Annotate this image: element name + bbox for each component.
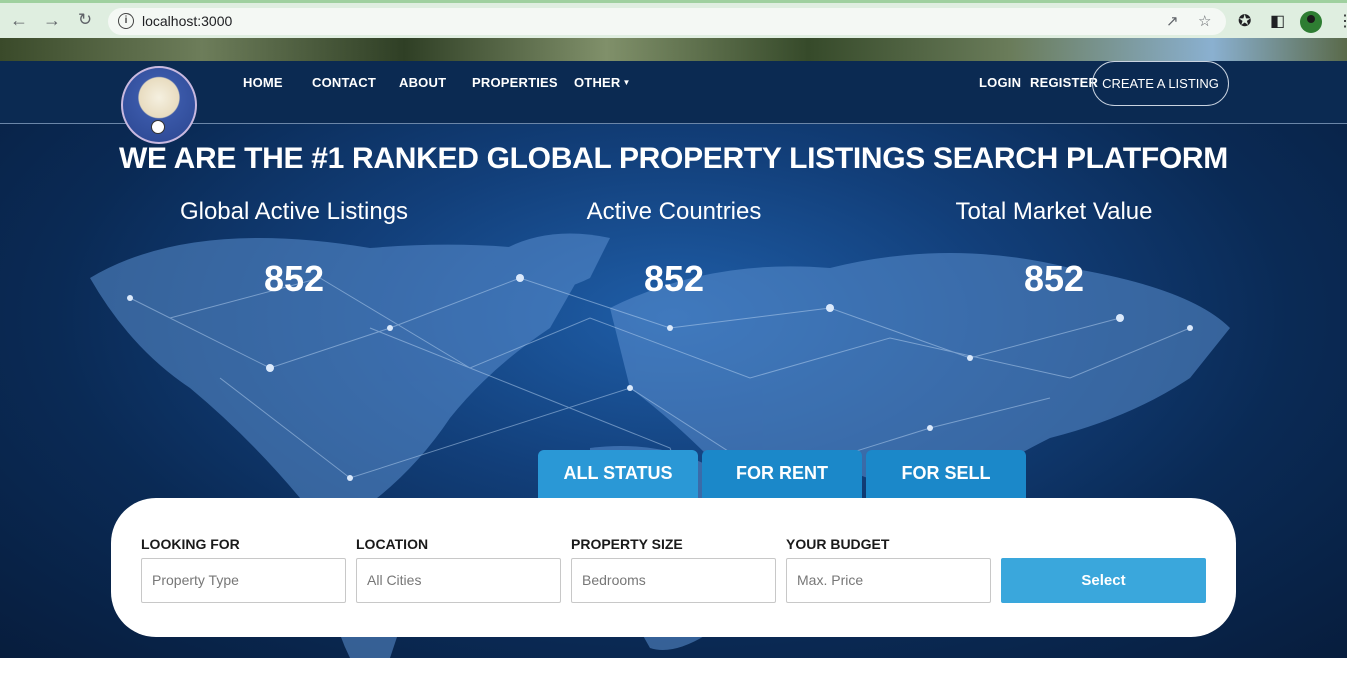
back-arrow-icon[interactable]: ← — [8, 9, 30, 31]
stat-label-listings: Global Active Listings — [179, 198, 409, 225]
stat-value-countries: 852 — [643, 258, 705, 299]
page: HOME CONTACT ABOUT PROPERTIES OTHER ▼ LOG… — [0, 38, 1347, 658]
share-icon[interactable]: ↗ — [1166, 12, 1179, 30]
stat-label-market-value: Total Market Value — [955, 198, 1153, 225]
nav-other-dropdown[interactable]: OTHER ▼ — [574, 75, 631, 90]
hero-title: WE ARE THE #1 RANKED GLOBAL PROPERTY LIS… — [118, 142, 1228, 175]
select-button[interactable]: Select — [1001, 558, 1206, 603]
main-navbar: HOME CONTACT ABOUT PROPERTIES OTHER ▼ LOG… — [0, 61, 1347, 144]
url-text: localhost:3000 — [142, 13, 233, 29]
nav-about[interactable]: ABOUT — [399, 75, 446, 90]
nav-register[interactable]: REGISTER — [1030, 75, 1098, 90]
bedrooms-input[interactable]: Bedrooms — [571, 558, 776, 603]
side-panel-icon[interactable]: ◧ — [1270, 11, 1285, 31]
stat-label-countries: Active Countries — [586, 198, 762, 225]
nav-contact[interactable]: CONTACT — [312, 75, 376, 90]
create-listing-button[interactable]: CREATE A LISTING — [1092, 61, 1229, 106]
tab-for-rent[interactable]: FOR RENT — [702, 450, 862, 498]
reload-icon[interactable]: ↻ — [74, 9, 96, 31]
caret-down-icon: ▼ — [622, 78, 631, 87]
forward-arrow-icon[interactable]: → — [41, 9, 63, 31]
profile-avatar[interactable] — [1300, 11, 1322, 33]
budget-label: YOUR BUDGET — [786, 536, 890, 552]
location-label: LOCATION — [356, 536, 429, 552]
nav-home[interactable]: HOME — [243, 75, 283, 90]
tab-all-status[interactable]: ALL STATUS — [538, 450, 698, 498]
nav-login[interactable]: LOGIN — [979, 75, 1021, 90]
nav-other-label: OTHER — [574, 75, 621, 90]
browser-toolbar: ← → ↻ i localhost:3000 ↗ ☆ ✪ ◧ ⋮ — [0, 0, 1347, 38]
star-icon[interactable]: ☆ — [1198, 12, 1211, 30]
tab-for-sell[interactable]: FOR SELL — [866, 450, 1026, 498]
nav-properties[interactable]: PROPERTIES — [472, 75, 558, 90]
stat-value-listings: 852 — [263, 258, 325, 299]
property-type-input[interactable]: Property Type — [141, 558, 346, 603]
logo-emblem-icon — [151, 120, 165, 134]
search-panel: LOOKING FOR Property Type LOCATION All C… — [111, 498, 1236, 637]
extensions-icon[interactable]: ✪ — [1238, 11, 1251, 31]
header-background-image — [0, 38, 1347, 62]
property-size-label: PROPERTY SIZE — [571, 536, 683, 552]
looking-for-label: LOOKING FOR — [141, 536, 240, 552]
menu-kebab-icon[interactable]: ⋮ — [1337, 11, 1347, 31]
max-price-input[interactable]: Max. Price — [786, 558, 991, 603]
info-icon[interactable]: i — [118, 13, 134, 29]
site-logo[interactable] — [121, 66, 197, 144]
address-bar[interactable]: i localhost:3000 ↗ ☆ — [108, 8, 1226, 35]
stat-value-market-value: 852 — [1023, 258, 1085, 299]
location-input[interactable]: All Cities — [356, 558, 561, 603]
